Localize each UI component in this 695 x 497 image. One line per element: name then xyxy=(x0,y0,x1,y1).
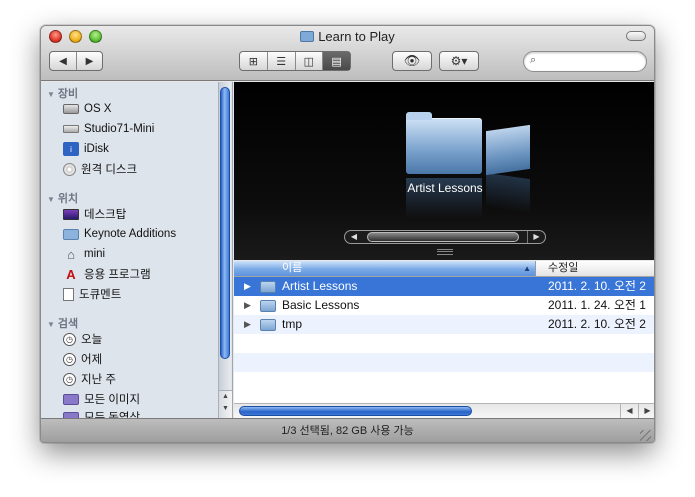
smart-folder-icon xyxy=(63,393,79,405)
sidebar-section-places[interactable]: ▼ 위치 xyxy=(47,190,78,206)
search-input[interactable] xyxy=(544,54,640,69)
file-list: 이름 ▲ 수정일 ▶ Artist Lessons 2011. 2. 10. 오전… xyxy=(234,261,654,418)
coverflow-folder-artwork[interactable] xyxy=(406,112,482,174)
split-resize-handle[interactable] xyxy=(437,249,453,255)
sidebar-item-documents[interactable]: 도큐멘트 xyxy=(63,285,121,303)
coverflow-view[interactable]: Artist Lessons ◀ ▶ xyxy=(234,82,654,260)
file-name: tmp xyxy=(282,317,303,331)
disclosure-triangle-icon[interactable]: ▶ xyxy=(244,277,251,296)
finder-window: Learn to Play ◀ ▶ ⊞ ☰ ◫ ▤ 👁 ⚙▾ ⌕ ▼ 장비 OS … xyxy=(40,25,655,443)
sidebar-item-remote-disc[interactable]: 원격 디스크 xyxy=(63,160,137,178)
column-view-icon[interactable]: ◫ xyxy=(294,52,323,70)
folder-icon xyxy=(260,319,276,331)
remote-disc-icon xyxy=(63,162,76,176)
coverflow-scrollbar[interactable]: ◀ ▶ xyxy=(344,230,546,244)
sidebar-item-yesterday[interactable]: ◷ 어제 xyxy=(63,350,102,368)
icon-view-icon[interactable]: ⊞ xyxy=(240,52,267,70)
sidebar-scrollbar[interactable]: ▲ ▼ xyxy=(218,82,232,418)
search-field[interactable]: ⌕ xyxy=(523,51,647,72)
list-view-icon[interactable]: ☰ xyxy=(266,52,295,70)
status-bar: 1/3 선택됨, 82 GB 사용 가능 xyxy=(41,418,654,442)
folder-icon xyxy=(260,300,276,312)
clock-icon: ◷ xyxy=(63,332,76,346)
clock-icon: ◷ xyxy=(63,352,76,366)
external-drive-icon xyxy=(63,125,79,133)
documents-icon xyxy=(63,287,74,301)
list-scroll-thumb[interactable] xyxy=(239,406,472,416)
sidebar-scroll-arrows[interactable]: ▲ ▼ xyxy=(219,390,232,418)
sidebar-item-keynote-additions[interactable]: Keynote Additions xyxy=(63,225,176,243)
home-icon: ⌂ xyxy=(67,246,75,262)
disclosure-triangle-icon[interactable]: ▼ xyxy=(47,90,55,99)
search-icon: ⌕ xyxy=(530,54,537,66)
list-horizontal-scrollbar[interactable]: ◀ ▶ xyxy=(234,403,654,418)
window-title-text: Learn to Play xyxy=(318,29,395,44)
action-menu-button[interactable]: ⚙▾ xyxy=(439,51,479,71)
sidebar-item-applications[interactable]: A 응용 프로그램 xyxy=(63,265,150,283)
list-scroll-arrows[interactable]: ◀ ▶ xyxy=(620,404,654,418)
table-row[interactable]: ▶ tmp 2011. 2. 10. 오전 2 xyxy=(234,315,654,334)
hard-disk-icon xyxy=(63,104,79,114)
sidebar-scroll-thumb[interactable] xyxy=(220,87,230,359)
sidebar: ▼ 장비 OS X Studio71-Mini i iDisk 원격 디스크 ▼ 위치… xyxy=(41,82,233,418)
scroll-left-icon[interactable]: ◀ xyxy=(620,404,638,418)
disclosure-triangle-icon[interactable]: ▼ xyxy=(47,195,55,204)
sidebar-item-mini[interactable]: ⌂ mini xyxy=(63,245,105,263)
sidebar-section-devices[interactable]: ▼ 장비 xyxy=(47,85,78,101)
empty-row xyxy=(234,372,654,391)
status-text: 1/3 선택됨, 82 GB 사용 가능 xyxy=(281,425,414,437)
scroll-right-icon[interactable]: ▶ xyxy=(527,231,545,243)
table-row[interactable]: ▶ Basic Lessons 2011. 1. 24. 오전 1 xyxy=(234,296,654,315)
coverflow-scroll-thumb[interactable] xyxy=(367,232,519,242)
eye-icon: 👁 xyxy=(403,53,421,68)
back-icon[interactable]: ◀ xyxy=(50,52,76,70)
column-header-date-modified[interactable]: 수정일 xyxy=(548,261,578,276)
sidebar-item-idisk[interactable]: i iDisk xyxy=(63,140,109,158)
view-mode-group: ⊞ ☰ ◫ ▤ xyxy=(239,51,351,71)
disclosure-triangle-icon[interactable]: ▶ xyxy=(244,296,251,315)
file-rows: ▶ Artist Lessons 2011. 2. 10. 오전 2 ▶ Bas… xyxy=(234,277,654,391)
clock-icon: ◷ xyxy=(63,372,76,386)
folder-icon xyxy=(260,281,276,293)
toolbar-toggle-button[interactable] xyxy=(626,31,646,41)
desktop-icon xyxy=(63,208,79,220)
sidebar-section-search[interactable]: ▼ 검색 xyxy=(47,315,78,331)
file-name: Artist Lessons xyxy=(282,279,358,293)
sidebar-item-all-movies[interactable]: 모든 동영상 xyxy=(63,408,140,418)
disclosure-triangle-icon[interactable]: ▼ xyxy=(47,320,55,329)
scroll-right-icon[interactable]: ▶ xyxy=(638,404,654,418)
file-date: 2011. 2. 10. 오전 2 xyxy=(548,317,646,331)
empty-row xyxy=(234,334,654,353)
forward-icon[interactable]: ▶ xyxy=(76,52,102,70)
sidebar-item-desktop[interactable]: 데스크탑 xyxy=(63,205,126,223)
file-name: Basic Lessons xyxy=(282,298,360,312)
folder-icon xyxy=(300,31,315,42)
list-header: 이름 ▲ 수정일 xyxy=(234,261,654,277)
sidebar-item-studio71-mini[interactable]: Studio71-Mini xyxy=(63,120,154,138)
sidebar-item-today[interactable]: ◷ 오늘 xyxy=(63,330,102,348)
window-title: Learn to Play xyxy=(41,29,654,44)
sidebar-item-all-images[interactable]: 모든 이미지 xyxy=(63,390,140,408)
column-header-name[interactable]: 이름 ▲ xyxy=(234,261,536,276)
idisk-icon: i xyxy=(63,142,79,156)
sidebar-item-past-week[interactable]: ◷ 지난 주 xyxy=(63,370,116,388)
disclosure-triangle-icon[interactable]: ▶ xyxy=(244,315,251,334)
file-date: 2011. 1. 24. 오전 1 xyxy=(548,298,646,312)
applications-icon: A xyxy=(66,266,76,282)
toolbar: Learn to Play ◀ ▶ ⊞ ☰ ◫ ▤ 👁 ⚙▾ ⌕ xyxy=(41,26,654,81)
resize-grip-icon[interactable] xyxy=(640,430,651,441)
table-row[interactable]: ▶ Artist Lessons 2011. 2. 10. 오전 2 xyxy=(234,277,654,296)
gear-icon: ⚙▾ xyxy=(450,54,468,68)
empty-row xyxy=(234,353,654,372)
scroll-left-icon[interactable]: ◀ xyxy=(345,231,363,243)
folder-icon xyxy=(63,228,79,240)
sort-ascending-icon: ▲ xyxy=(523,264,531,273)
sidebar-item-os-x[interactable]: OS X xyxy=(63,100,111,118)
quick-look-button[interactable]: 👁 xyxy=(392,51,432,71)
navigation-group: ◀ ▶ xyxy=(49,51,103,71)
coverflow-selected-label: Artist Lessons xyxy=(407,181,483,195)
coverflow-view-icon[interactable]: ▤ xyxy=(322,52,350,70)
file-date: 2011. 2. 10. 오전 2 xyxy=(548,279,646,293)
coverflow-folder-artwork-side[interactable] xyxy=(486,124,530,176)
